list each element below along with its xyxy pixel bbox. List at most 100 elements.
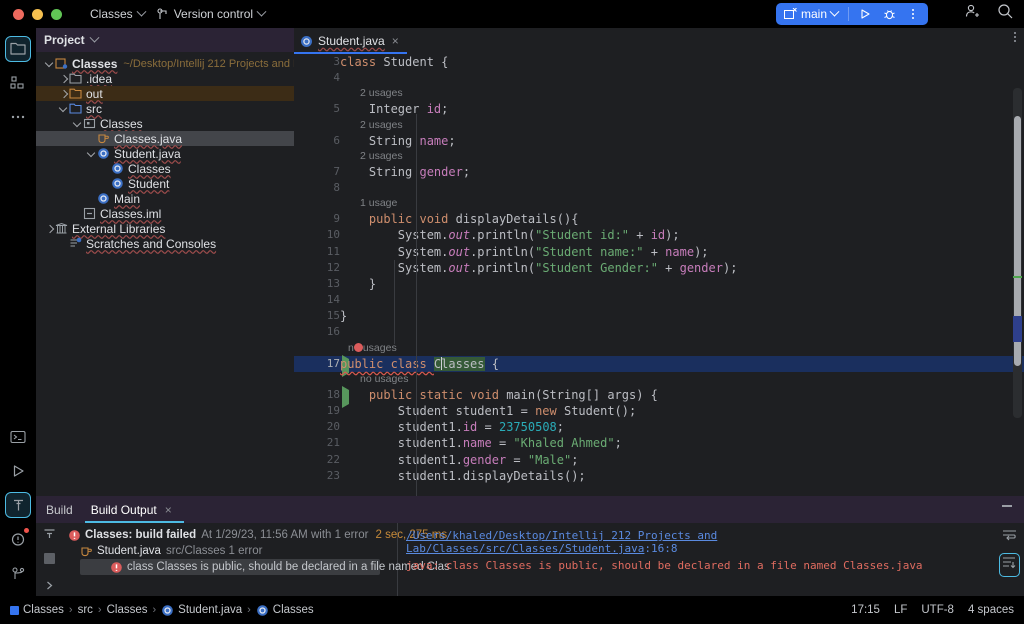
- project-tree-item-classes[interactable]: Classes: [36, 116, 294, 131]
- code-text: Student student1 = new Student();: [340, 404, 637, 418]
- close-window-icon[interactable]: [13, 8, 24, 20]
- rail-structure-button[interactable]: [5, 70, 31, 96]
- class-icon: [256, 604, 268, 616]
- project-tree-item--idea[interactable]: .idea: [36, 71, 294, 86]
- maximize-window-icon[interactable]: [51, 8, 62, 20]
- folder-orange-icon: [69, 88, 82, 99]
- project-tree-item-out[interactable]: out: [36, 86, 294, 101]
- code-line: 5 Integer id;: [294, 101, 1024, 117]
- line-number: 4: [333, 71, 340, 85]
- chevron-down-icon[interactable]: [58, 103, 69, 114]
- build-tree-row[interactable]: class Classes is public, should be decla…: [80, 559, 450, 575]
- traffic-lights[interactable]: [13, 8, 62, 20]
- usage-hint-label[interactable]: n usages: [348, 341, 397, 356]
- rail-run-button[interactable]: [5, 458, 31, 484]
- project-tree-item-classes-java[interactable]: Classes.java: [36, 131, 294, 146]
- indent-setting[interactable]: 4 spaces: [968, 604, 1014, 616]
- rail-project-button[interactable]: [5, 36, 31, 62]
- rail-problems-button[interactable]: [5, 526, 31, 552]
- project-tree-item-classes[interactable]: Classes: [36, 161, 294, 176]
- project-tree[interactable]: Classes ~/Desktop/Intellij 212 Projects a…: [36, 52, 322, 251]
- breadcrumb-item[interactable]: Student.java: [161, 604, 242, 617]
- build-result-tree[interactable]: Classes: build failed At 1/29/23, 11:56 A…: [62, 523, 450, 596]
- project-tree-item-scratches-and-consoles[interactable]: Scratches and Consoles: [36, 236, 294, 251]
- stop-button[interactable]: [43, 553, 55, 564]
- rail-git-button[interactable]: [5, 560, 31, 586]
- close-icon[interactable]: ×: [165, 503, 172, 517]
- breadcrumb-item[interactable]: Classes: [10, 604, 64, 616]
- minimize-panel-button[interactable]: [1002, 505, 1012, 507]
- code-line: 8: [294, 180, 1024, 196]
- editor-scrollbar[interactable]: [1013, 88, 1022, 418]
- breadcrumb-separator: ›: [97, 604, 102, 616]
- file-encoding[interactable]: UTF-8: [921, 604, 954, 616]
- tab-build-output[interactable]: Build Output ×: [84, 496, 184, 523]
- run-widget-more-button[interactable]: [902, 3, 924, 25]
- editor-options-button[interactable]: [1014, 32, 1016, 42]
- breadcrumb-item[interactable]: src: [78, 604, 93, 616]
- breadcrumb-separator: ›: [247, 604, 251, 616]
- rail-terminal-button[interactable]: [5, 424, 31, 450]
- chevron-right-icon[interactable]: [44, 223, 55, 234]
- code-line: 18 public static void main(String[] args…: [294, 385, 1024, 408]
- usage-hint-label[interactable]: 1 usage: [360, 196, 397, 211]
- tab-build[interactable]: Build: [46, 496, 73, 523]
- project-tree-item-student[interactable]: Student: [36, 176, 294, 191]
- project-tree-item-src[interactable]: src: [36, 101, 294, 116]
- usage-hint-label[interactable]: 2 usages: [360, 86, 403, 101]
- project-tree-item-label: Classes.java: [114, 131, 183, 146]
- scroll-to-end-button[interactable]: [998, 553, 1020, 577]
- build-tree-row-title: Student.java: [97, 545, 161, 557]
- run-configuration-selector[interactable]: main: [780, 3, 843, 25]
- minimize-window-icon[interactable]: [32, 8, 43, 20]
- project-selector[interactable]: Classes: [84, 0, 151, 28]
- close-icon[interactable]: ×: [392, 34, 399, 48]
- title-bar: Classes Version control main: [0, 0, 1024, 28]
- rail-more-button[interactable]: [5, 104, 31, 130]
- search-button[interactable]: [997, 3, 1014, 25]
- code-text: class Student {: [340, 55, 449, 69]
- usage-hint-label[interactable]: 2 usages: [360, 118, 403, 133]
- breadcrumb-label: Classes: [106, 604, 148, 616]
- project-tree-item-label: Main: [114, 191, 141, 206]
- build-tree-row-detail: At 1/29/23, 11:56 AM with 1 error: [201, 529, 369, 541]
- project-tree-item-external-libraries[interactable]: External Libraries: [36, 221, 294, 236]
- add-user-button[interactable]: [964, 3, 981, 25]
- rail-build-button[interactable]: [5, 492, 31, 518]
- search-icon: [998, 4, 1013, 19]
- code-viewport[interactable]: 3 class Student {4 2 usages 5 Integer id; 2 …: [294, 54, 1024, 496]
- chevron-down-icon[interactable]: [44, 58, 55, 69]
- expand-button[interactable]: [44, 578, 55, 596]
- breadcrumb[interactable]: Classes › src › Classes › Student.java › Classes: [10, 604, 314, 617]
- chevron-right-icon[interactable]: [58, 88, 69, 99]
- caret-position[interactable]: 17:15: [851, 604, 880, 616]
- iml-file-icon: [83, 207, 96, 220]
- project-panel-header[interactable]: Project: [36, 28, 294, 52]
- debug-button[interactable]: [878, 3, 900, 25]
- chevron-down-icon[interactable]: [72, 118, 83, 129]
- project-tree-item-student-java[interactable]: Student.java: [36, 146, 294, 161]
- project-tree-item-main[interactable]: Main: [36, 191, 294, 206]
- build-tree-row[interactable]: Classes: build failed At 1/29/23, 11:56 A…: [62, 527, 447, 543]
- breadcrumb-item[interactable]: Classes: [256, 604, 314, 617]
- editor-tab-student-java[interactable]: Student.java ×: [294, 28, 407, 54]
- usage-hint-label[interactable]: no usages: [360, 372, 408, 387]
- chevron-down-icon[interactable]: [86, 148, 97, 159]
- code-text: Integer id;: [340, 102, 449, 117]
- breadcrumb-item[interactable]: Classes: [107, 604, 148, 616]
- project-tree-item-classes[interactable]: Classes ~/Desktop/Intellij 212 Projects a…: [36, 56, 322, 71]
- java-file-icon: [98, 134, 109, 144]
- project-tree-item-classes-iml[interactable]: Classes.iml: [36, 206, 294, 221]
- usage-hint-label[interactable]: 2 usages: [360, 149, 403, 164]
- code-line: 11 System.out.println("Student name:" + …: [294, 244, 1024, 260]
- run-button[interactable]: [854, 3, 876, 25]
- line-separator[interactable]: LF: [894, 604, 907, 616]
- soft-wrap-button[interactable]: [1002, 529, 1017, 547]
- error-icon: [69, 529, 80, 541]
- build-tree-row[interactable]: Student.java src/Classes 1 error: [62, 543, 397, 559]
- filter-button[interactable]: [43, 528, 56, 546]
- version-control-selector[interactable]: Version control: [151, 0, 271, 28]
- chevron-right-icon[interactable]: [58, 73, 69, 84]
- build-output-console[interactable]: /Users/khaled/Desktop/Intellij 212 Proje…: [398, 523, 994, 596]
